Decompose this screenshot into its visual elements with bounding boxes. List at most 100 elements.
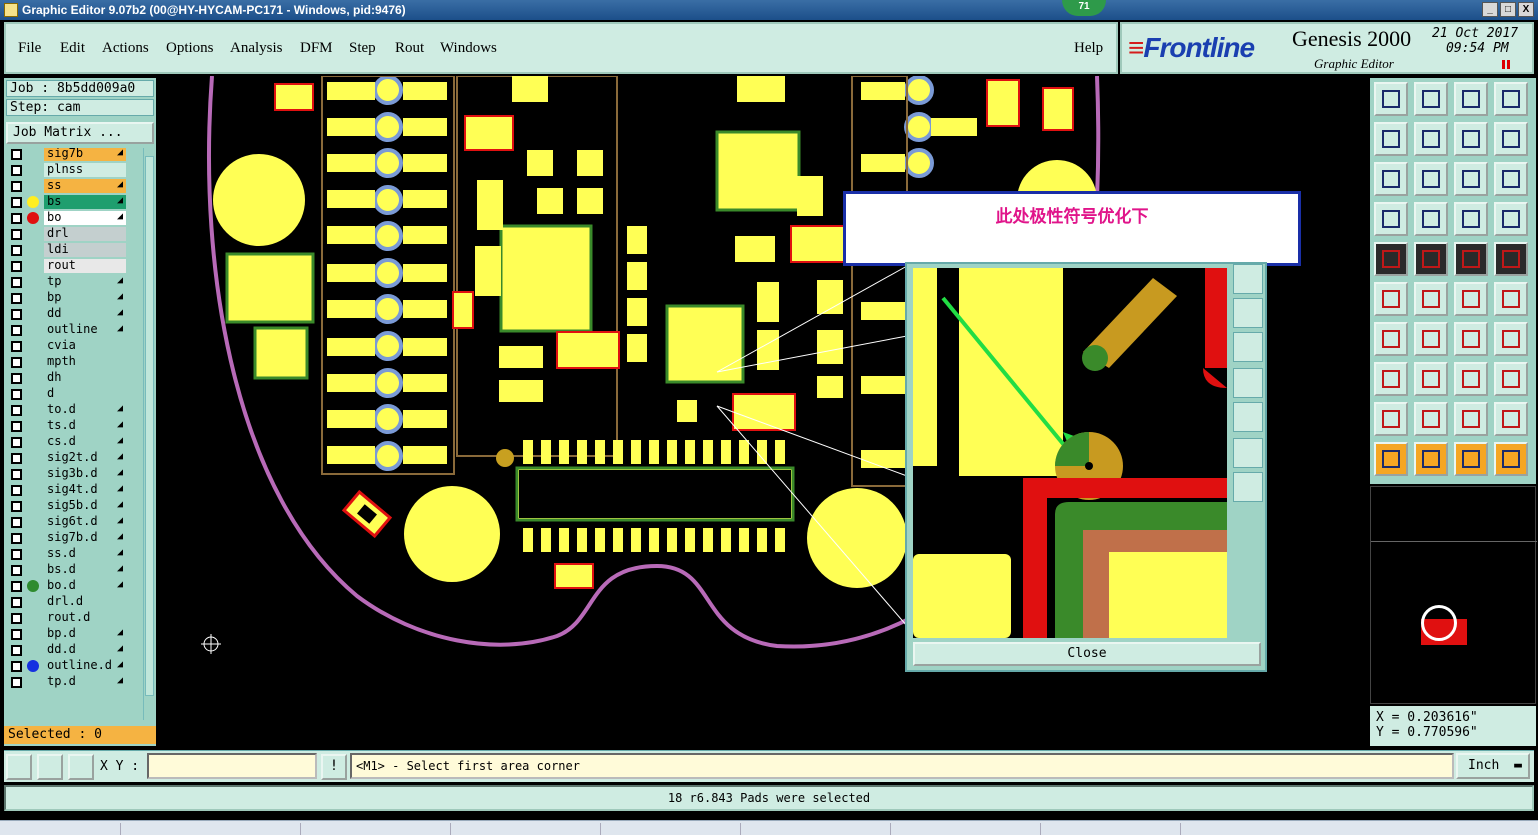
zoom-view[interactable] <box>913 268 1227 638</box>
layer-checkbox[interactable] <box>11 517 22 528</box>
layer-checkbox[interactable] <box>11 565 22 576</box>
minimize-button[interactable]: _ <box>1482 2 1498 17</box>
layer-checkbox[interactable] <box>11 309 22 320</box>
layer-name[interactable]: tp.d <box>44 675 126 689</box>
zoom-fit-icon[interactable] <box>1454 82 1488 116</box>
layer-color-dot[interactable] <box>27 580 39 592</box>
layer-row[interactable]: bs ◢ <box>7 194 141 210</box>
layer-row[interactable]: bo ◢ <box>7 210 141 226</box>
taskbar-item[interactable] <box>1040 823 1180 835</box>
layer-checkbox[interactable] <box>11 597 22 608</box>
layer-name[interactable]: rout <box>44 259 126 273</box>
split-icon[interactable] <box>1414 362 1448 396</box>
menu-analysis[interactable]: Analysis <box>230 40 283 57</box>
pause-icon[interactable] <box>1502 60 1510 69</box>
layer-row[interactable]: plnss <box>7 162 141 178</box>
layer-stack-alt-icon[interactable] <box>1494 202 1528 236</box>
layer-row[interactable]: cs.d ◢ <box>7 434 141 450</box>
scrollbar-thumb[interactable] <box>145 156 154 696</box>
layer-color-dot[interactable] <box>27 212 39 224</box>
zoom-tool-4-icon[interactable] <box>1233 368 1263 398</box>
layer-row[interactable]: mpth <box>7 354 141 370</box>
layer-checkbox[interactable] <box>11 181 22 192</box>
menu-options[interactable]: Options <box>166 40 214 57</box>
menu-edit[interactable]: Edit <box>60 40 85 57</box>
taskbar-item[interactable] <box>300 823 440 835</box>
layer-row[interactable]: rout <box>7 258 141 274</box>
triangle-icon[interactable] <box>1414 402 1448 436</box>
zoom-one-to-one-icon[interactable] <box>1454 162 1488 196</box>
layer-checkbox[interactable] <box>11 197 22 208</box>
layer-checkbox[interactable] <box>11 629 22 640</box>
layer-name[interactable]: bp <box>44 291 126 305</box>
layer-row[interactable]: tp ◢ <box>7 274 141 290</box>
layer-name[interactable]: bo <box>44 211 126 225</box>
layer-checkbox[interactable] <box>11 533 22 544</box>
layer-name[interactable]: ss.d <box>44 547 126 561</box>
draw-line-icon[interactable] <box>1374 322 1408 356</box>
layer-row[interactable]: ss.d ◢ <box>7 546 141 562</box>
layer-checkbox[interactable] <box>11 261 22 272</box>
taskbar-item[interactable] <box>120 823 260 835</box>
select-rect-icon[interactable] <box>1414 442 1448 476</box>
close-window-button[interactable]: X <box>1518 2 1534 17</box>
layer-row[interactable]: ss ◢ <box>7 178 141 194</box>
layer-row[interactable]: outline ◢ <box>7 322 141 338</box>
zoom-home-icon[interactable] <box>1374 82 1408 116</box>
notification-badge[interactable]: 71 <box>1062 0 1106 16</box>
zoom-out-icon[interactable] <box>1414 162 1448 196</box>
layer-checkbox[interactable] <box>11 389 22 400</box>
layer-checkbox[interactable] <box>11 485 22 496</box>
layer-name[interactable]: drl <box>44 227 126 241</box>
layer-name[interactable]: ss <box>44 179 126 193</box>
layer-row[interactable]: ts.d ◢ <box>7 418 141 434</box>
layer-name[interactable]: cs.d <box>44 435 126 449</box>
layer-name[interactable]: sig6t.d <box>44 515 126 529</box>
layer-checkbox[interactable] <box>11 501 22 512</box>
grid-icon[interactable] <box>1414 202 1448 236</box>
arch-icon[interactable] <box>1454 402 1488 436</box>
layer-checkbox[interactable] <box>11 357 22 368</box>
layer-row[interactable]: outline.d ◢ <box>7 658 141 674</box>
layer-name[interactable]: sig3b.d <box>44 467 126 481</box>
menu-actions[interactable]: Actions <box>102 40 149 57</box>
layer-row[interactable]: bp ◢ <box>7 290 141 306</box>
layer-checkbox[interactable] <box>11 277 22 288</box>
move-icon[interactable] <box>1454 282 1488 316</box>
angle-icon[interactable] <box>1374 402 1408 436</box>
layer-checkbox[interactable] <box>11 421 22 432</box>
zoom-tool-5-icon[interactable] <box>1233 402 1263 432</box>
layer-row[interactable]: sig7b.d ◢ <box>7 530 141 546</box>
layer-checkbox[interactable] <box>11 613 22 624</box>
taskbar-item[interactable] <box>740 823 880 835</box>
layer-color-dot[interactable] <box>27 196 39 208</box>
layer-name[interactable]: sig2t.d <box>44 451 126 465</box>
layer-row[interactable]: sig5b.d ◢ <box>7 498 141 514</box>
add-line-icon[interactable] <box>1414 242 1448 276</box>
layer-name[interactable]: dh <box>44 371 126 385</box>
layer-checkbox[interactable] <box>11 661 22 672</box>
taskbar-item[interactable] <box>890 823 1030 835</box>
menu-rout[interactable]: Rout <box>395 40 424 57</box>
layer-checkbox[interactable] <box>11 373 22 384</box>
zoom-page-icon[interactable] <box>1414 82 1448 116</box>
layer-row[interactable]: sig6t.d ◢ <box>7 514 141 530</box>
measure-icon[interactable] <box>1374 202 1408 236</box>
layer-checkbox[interactable] <box>11 325 22 336</box>
layer-checkbox[interactable] <box>11 437 22 448</box>
layer-checkbox[interactable] <box>11 549 22 560</box>
layer-checkbox[interactable] <box>11 341 22 352</box>
zoom-tool-1-icon[interactable] <box>1233 264 1263 294</box>
layer-name[interactable]: rout.d <box>44 611 126 625</box>
layer-checkbox[interactable] <box>11 453 22 464</box>
layer-list-scrollbar[interactable] <box>143 148 155 720</box>
layer-row[interactable]: drl <box>7 226 141 242</box>
layer-checkbox[interactable] <box>11 229 22 240</box>
taskbar-item[interactable] <box>1180 823 1320 835</box>
mirror-icon[interactable] <box>1494 322 1528 356</box>
resize-icon[interactable] <box>1374 362 1408 396</box>
polygon-icon[interactable] <box>1494 362 1528 396</box>
zoom-tool-3-icon[interactable] <box>1233 332 1263 362</box>
contour-icon[interactable] <box>1454 362 1488 396</box>
menu-help[interactable]: Help <box>1074 40 1103 57</box>
